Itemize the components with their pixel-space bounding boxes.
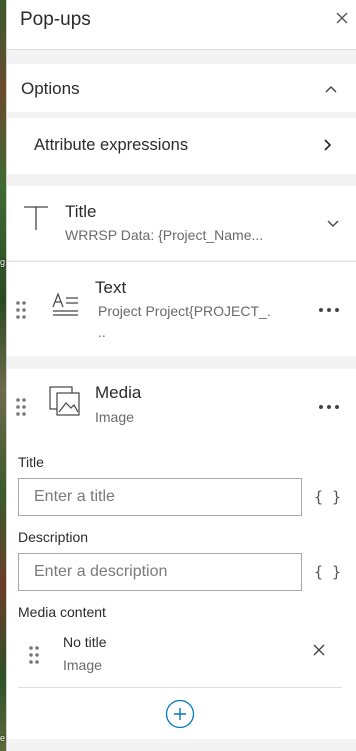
title-element-value: WRRSP Data: {Project_Name... [65, 227, 264, 243]
options-label: Options [21, 79, 80, 98]
more-options-icon[interactable] [318, 403, 340, 411]
media-item-title: No title [63, 634, 107, 650]
media-description-input[interactable] [18, 553, 302, 591]
map-label: e [0, 733, 6, 743]
media-description-label: Description [18, 529, 89, 545]
chevron-down-icon[interactable] [326, 216, 340, 230]
media-element-type: Image [95, 409, 134, 425]
add-media-button[interactable] [165, 699, 195, 729]
media-image-icon [49, 386, 80, 416]
media-content-label: Media content [18, 604, 106, 620]
text-element-card[interactable]: Text Project Project{PROJECT_. .. [7, 261, 356, 356]
drag-handle-icon[interactable] [15, 300, 27, 320]
close-icon [336, 12, 348, 24]
popups-panel: Pop-ups Options Attribute expressions Ti… [6, 0, 356, 751]
title-icon [24, 206, 48, 230]
attribute-expressions-item[interactable]: Attribute expressions [7, 118, 356, 174]
text-element-preview: Project Project{PROJECT_. [98, 303, 271, 319]
media-title-label: Title [18, 454, 44, 470]
text-element-preview-continued: .. [98, 324, 106, 340]
description-expression-button[interactable]: { } [314, 563, 341, 581]
text-element-label: Text [95, 278, 127, 297]
chevron-right-icon [324, 139, 332, 151]
title-expression-button[interactable]: { } [314, 488, 341, 506]
drag-handle-icon[interactable] [15, 397, 27, 417]
panel-title: Pop-ups [20, 9, 91, 30]
panel-header: Pop-ups [7, 0, 356, 50]
title-element-card[interactable]: Title WRRSP Data: {Project_Name... [7, 186, 356, 260]
media-content-item[interactable]: No title Image [18, 625, 342, 688]
media-element-label: Media [95, 383, 142, 402]
remove-media-icon[interactable] [312, 643, 326, 657]
title-element-label: Title [65, 202, 97, 221]
chevron-up-icon[interactable] [324, 82, 338, 96]
media-title-input[interactable] [18, 478, 302, 516]
more-options-icon[interactable] [318, 306, 340, 314]
media-element-card: Media Image Title { } Description { } Me… [7, 369, 356, 739]
attribute-expressions-label: Attribute expressions [34, 136, 189, 154]
options-section-header[interactable]: Options [7, 64, 356, 112]
close-panel-button[interactable] [332, 10, 352, 30]
drag-handle-icon[interactable] [28, 645, 40, 665]
text-icon [52, 292, 78, 316]
media-item-type: Image [63, 657, 102, 673]
map-label: g [0, 257, 6, 267]
